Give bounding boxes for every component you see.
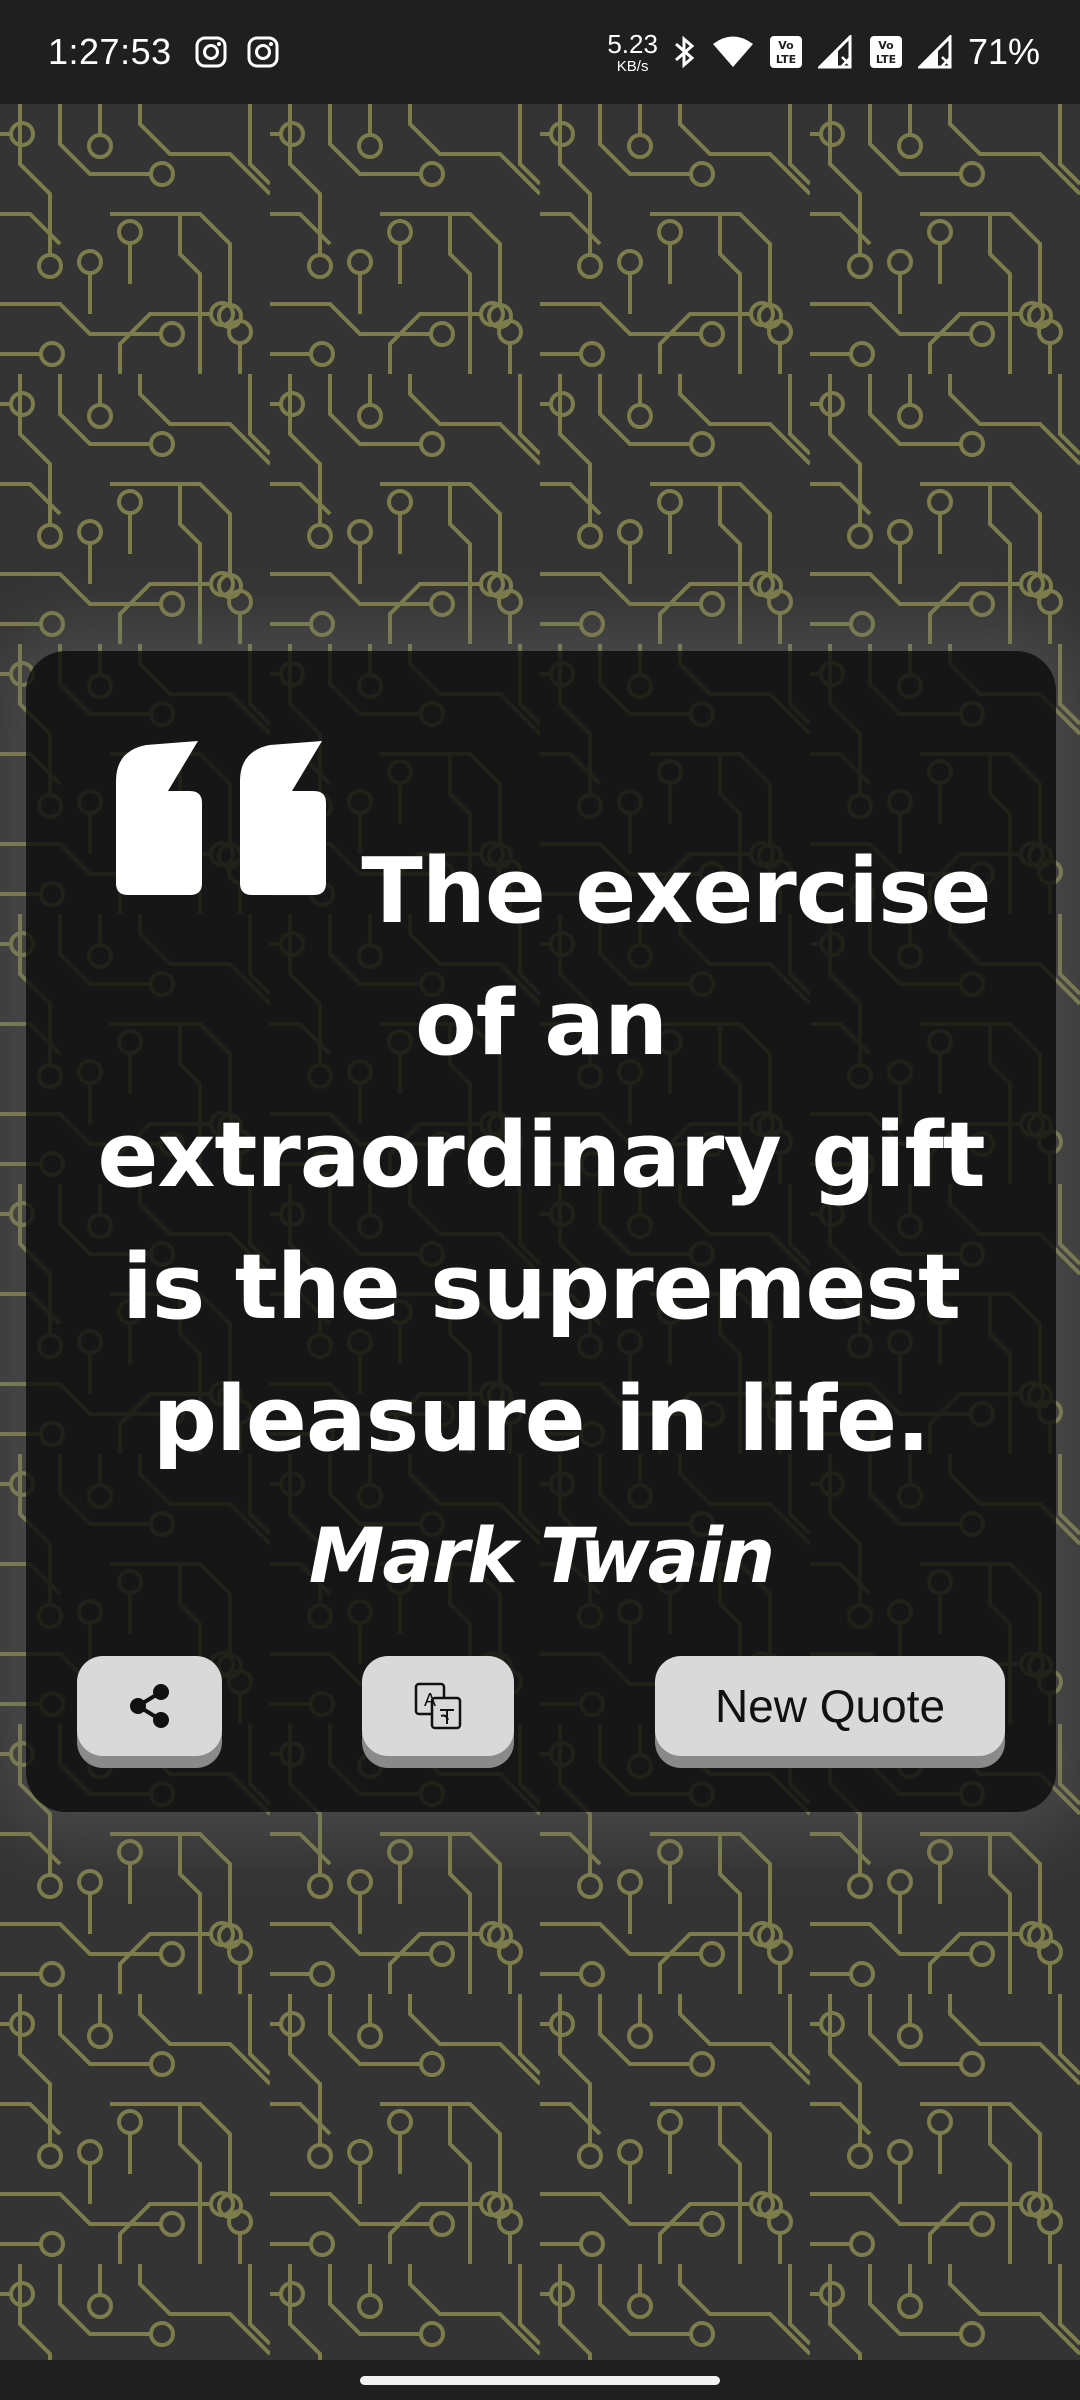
- net-speed-value: 5.23: [607, 28, 658, 59]
- svg-text:A: A: [424, 1690, 436, 1710]
- system-status: 5.23 KB/s Vo LTE Vo LTE 71%: [607, 31, 1040, 74]
- signal-icon: [817, 35, 852, 69]
- bluetooth-icon: [674, 35, 695, 69]
- svg-text:Vo: Vo: [778, 39, 794, 52]
- navigation-bar: [0, 2360, 1080, 2400]
- status-bar: 1:27:53 5.23 KB/s Vo LTE Vo LTE 71%: [0, 0, 1080, 104]
- quote-text: The exercise of an extraordinary gift is…: [97, 839, 991, 1472]
- quote-card: The exercise of an extraordinary gift is…: [26, 651, 1056, 1812]
- signal-icon: [917, 35, 952, 69]
- new-quote-label: New Quote: [714, 1680, 946, 1732]
- network-speed: 5.23 KB/s: [607, 31, 658, 74]
- quote-author: Mark Twain: [308, 1511, 775, 1600]
- volte-icon: Vo LTE: [769, 36, 802, 68]
- translate-icon: A: [414, 1682, 462, 1730]
- app-screen: 1:27:53 5.23 KB/s Vo LTE Vo LTE 71% The …: [0, 0, 1080, 2400]
- net-speed-unit: KB/s: [616, 57, 649, 75]
- status-time: 1:27:53: [48, 31, 172, 72]
- instagram-icon: [247, 36, 279, 68]
- translate-button[interactable]: A: [362, 1656, 514, 1756]
- wifi-icon: [712, 36, 753, 67]
- home-indicator[interactable]: [360, 2376, 720, 2385]
- instagram-icon: [195, 36, 227, 68]
- volte-icon: Vo LTE: [869, 36, 902, 68]
- share-button[interactable]: [77, 1656, 222, 1756]
- svg-text:Vo: Vo: [878, 39, 894, 52]
- notification-icons: [194, 35, 280, 69]
- svg-text:LTE: LTE: [876, 53, 896, 66]
- battery-level: 71%: [967, 31, 1040, 72]
- svg-text:LTE: LTE: [776, 53, 796, 66]
- new-quote-button[interactable]: New Quote: [655, 1656, 1005, 1756]
- share-icon: [129, 1684, 169, 1728]
